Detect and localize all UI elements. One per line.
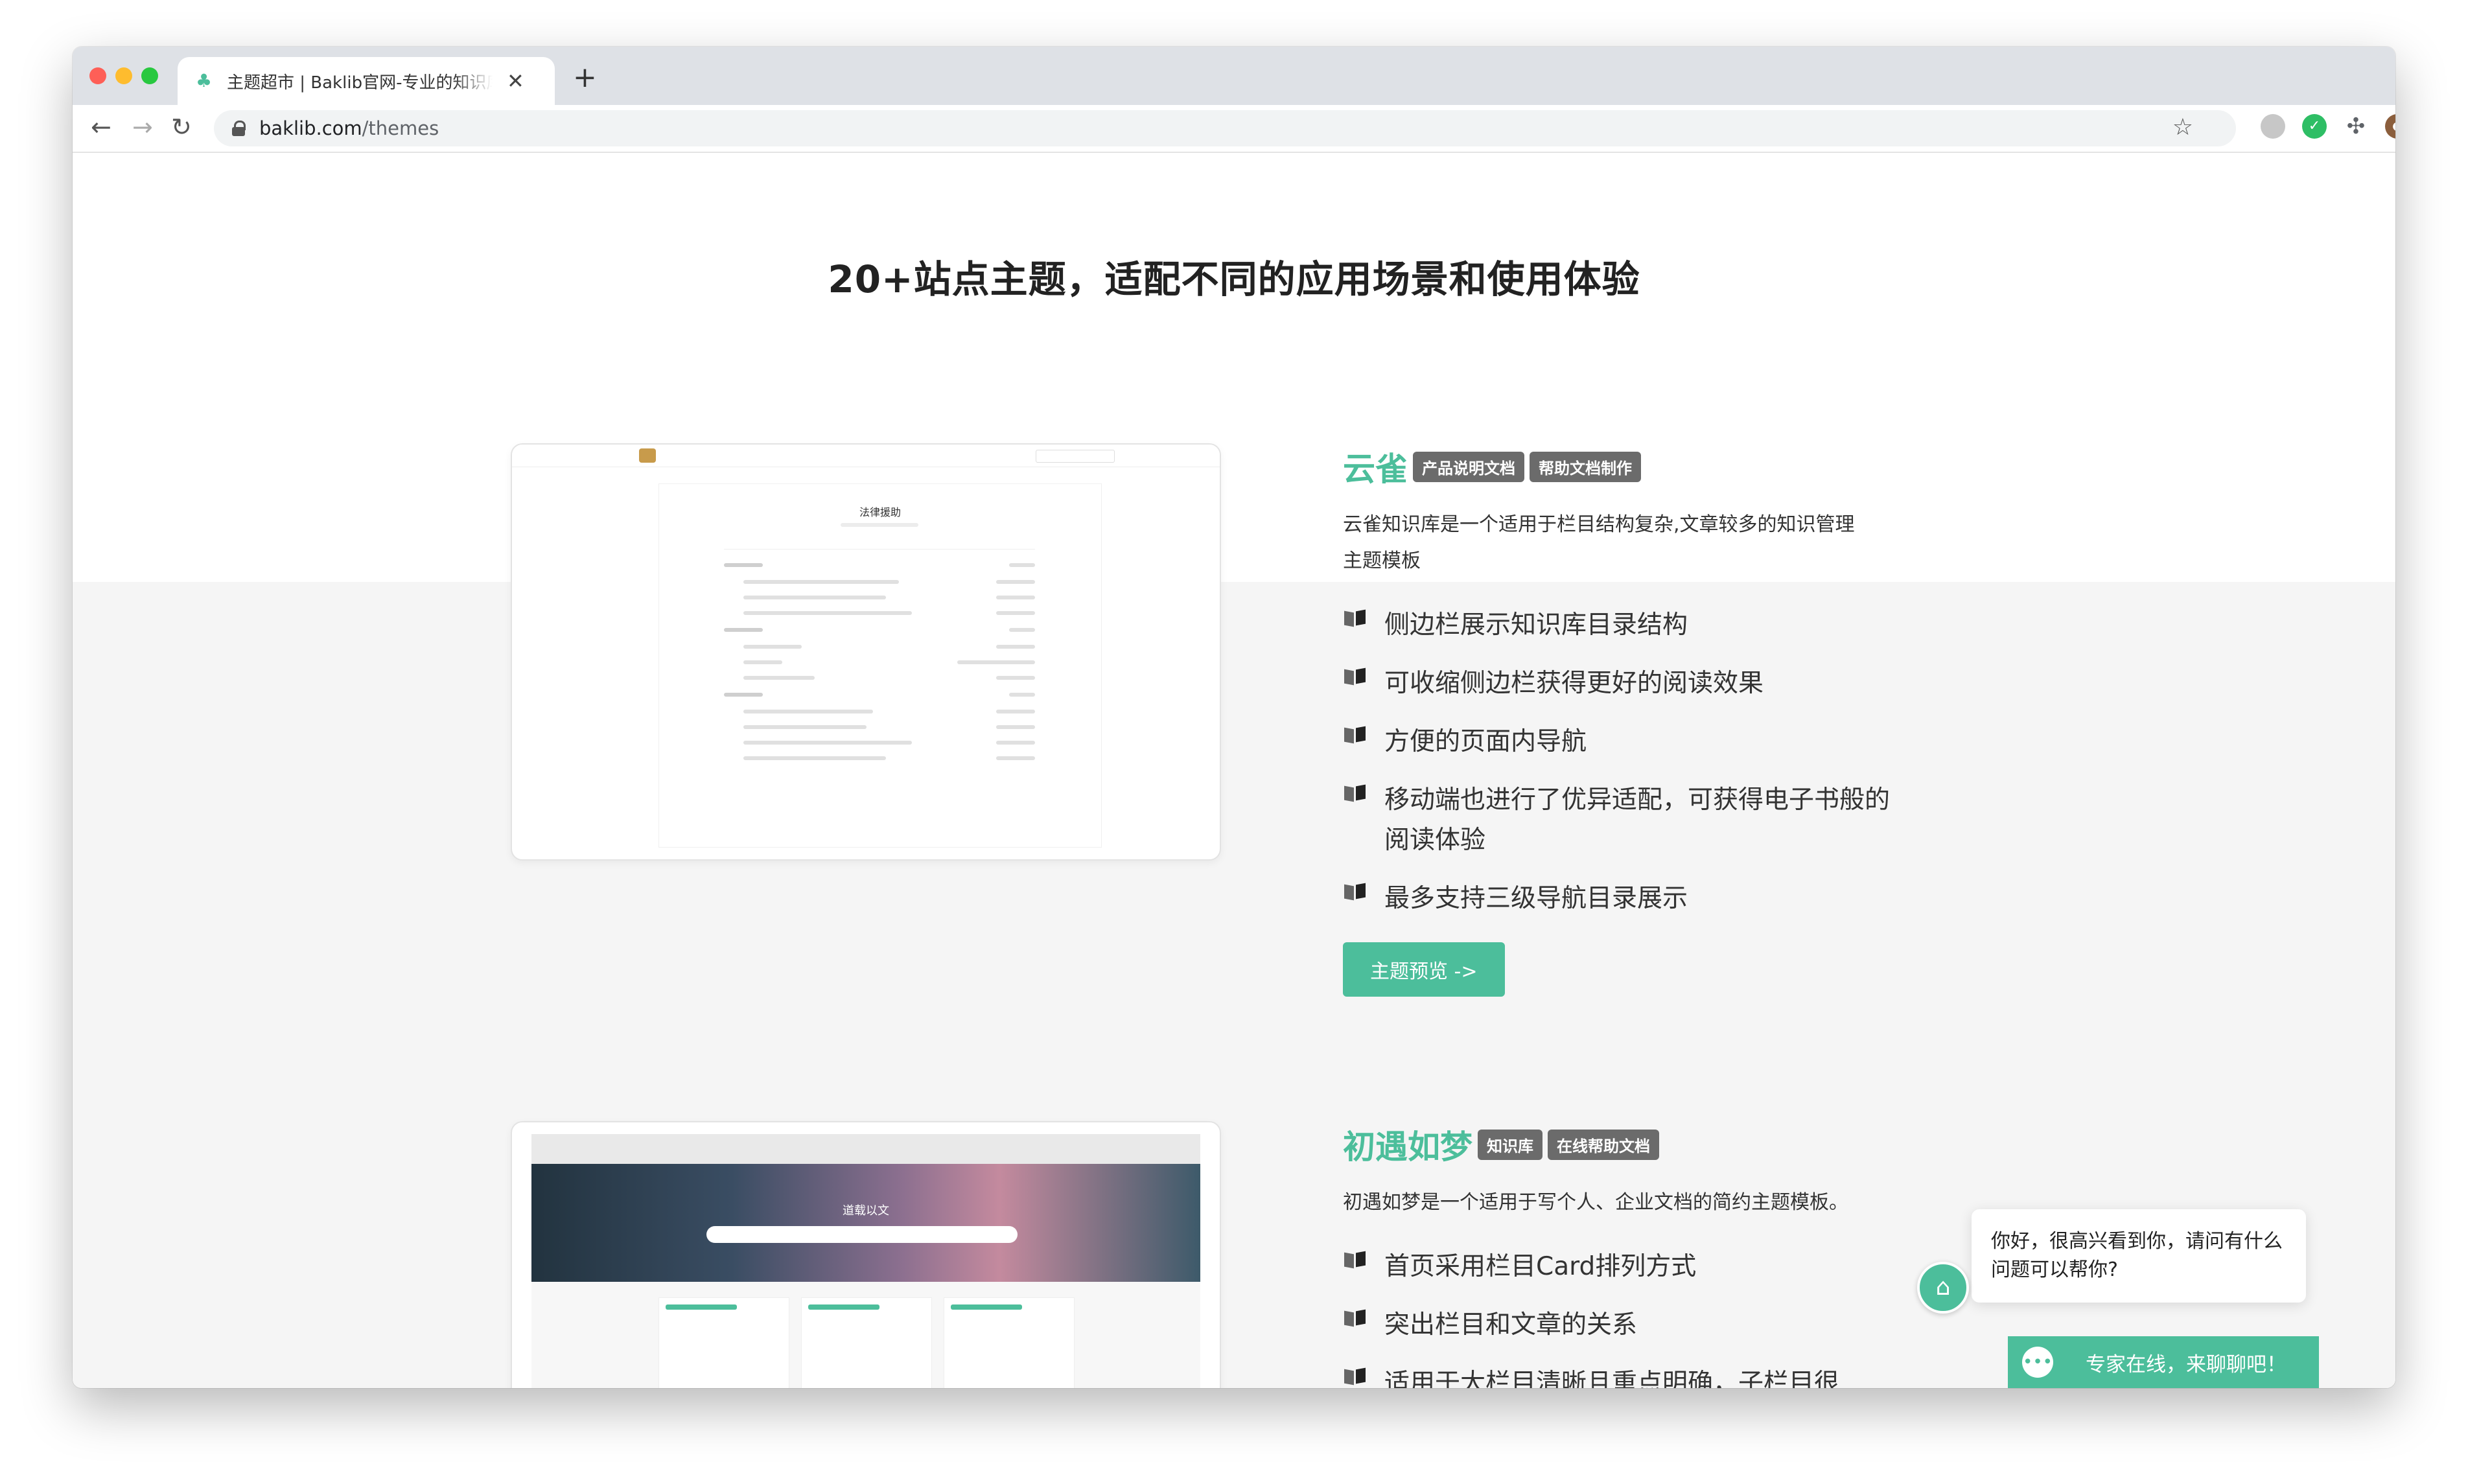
- feature-text: 首页采用栏目Card排列方式: [1384, 1252, 1697, 1281]
- browser-tab[interactable]: ♣ 主题超市 | Baklib官网-专业的知识库 ✕: [178, 57, 555, 105]
- preview-hero: 道载以文: [531, 1164, 1200, 1282]
- browser-toolbar: ← → ↻ baklib.com/themes ☆ ✓ ✣ ● ⋮: [73, 105, 2395, 153]
- theme-description: 初遇如梦是一个适用于写个人、企业文档的简约主题模板。: [1343, 1191, 1848, 1214]
- extension-check-icon[interactable]: ✓: [2302, 114, 2327, 139]
- chat-open-bar[interactable]: ••• 专家在线，来聊聊吧！: [2008, 1336, 2319, 1388]
- forward-arrow-icon[interactable]: →: [132, 113, 153, 141]
- theme-name: 初遇如梦: [1343, 1128, 1473, 1166]
- preview-card: [658, 1297, 789, 1388]
- tab-title: 主题超市 | Baklib官网-专业的知识库: [227, 73, 493, 93]
- preview-card-area: [531, 1282, 1200, 1388]
- feature-list: 侧边栏展示知识库目录结构 可收缩侧边栏获得更好的阅读效果 方便的页面内导航 移动…: [1343, 605, 1890, 919]
- chat-greeting-bubble[interactable]: 你好，很高兴看到你，请问有什么问题可以帮你?: [1972, 1209, 2306, 1303]
- theme-description: 云雀知识库是一个适用于栏目结构复杂,文章较多的知识管理主题模板: [1343, 513, 1855, 572]
- theme-tag: 产品说明文档: [1413, 451, 1524, 482]
- lock-icon: [232, 121, 246, 136]
- book-icon: [1343, 884, 1369, 903]
- back-arrow-icon[interactable]: ←: [91, 113, 111, 141]
- chat-agent-avatar[interactable]: ⌂: [1917, 1262, 1969, 1314]
- reload-icon[interactable]: ↻: [171, 113, 192, 141]
- minimize-window-button[interactable]: [115, 67, 132, 84]
- book-icon: [1343, 1252, 1369, 1271]
- book-icon: [1343, 785, 1369, 805]
- preview-logo: [639, 448, 656, 463]
- preview-search: [706, 1226, 1018, 1243]
- feature-item: 可收缩侧边栏获得更好的阅读效果: [1343, 664, 1890, 704]
- url-path: /themes: [362, 117, 439, 139]
- maximize-window-button[interactable]: [141, 67, 158, 84]
- close-window-button[interactable]: [89, 67, 106, 84]
- preview-hero-title: 道载以文: [843, 1204, 889, 1218]
- chat-bubble-icon: •••: [2022, 1347, 2053, 1378]
- bookmark-star-icon[interactable]: ☆: [2172, 114, 2193, 141]
- address-bar[interactable]: baklib.com/themes ☆: [214, 110, 2236, 146]
- theme-info-yunque: 云雀 产品说明文档 帮助文档制作 云雀知识库是一个适用于栏目结构复杂,文章较多的…: [1343, 443, 1890, 997]
- feature-item: 方便的页面内导航: [1343, 722, 1890, 762]
- preview-card: [801, 1297, 932, 1388]
- theme-preview-image-yunque[interactable]: 法律援助: [511, 443, 1221, 861]
- theme-heading: 云雀 产品说明文档 帮助文档制作: [1343, 443, 1890, 490]
- feature-text: 侧边栏展示知识库目录结构: [1384, 610, 1688, 640]
- bird-favicon-icon: ♣: [196, 70, 213, 91]
- book-icon: [1343, 1310, 1369, 1330]
- close-tab-icon[interactable]: ✕: [507, 69, 524, 93]
- feature-item: 适用于大栏目清晰且重点明确，子栏目很: [1343, 1363, 1890, 1388]
- preview-header: [512, 445, 1220, 467]
- book-icon: [1343, 1369, 1369, 1388]
- extension-globe-icon[interactable]: [2261, 114, 2285, 139]
- theme-heading: 初遇如梦 知识库 在线帮助文档: [1343, 1121, 1890, 1168]
- theme-tag: 帮助文档制作: [1530, 451, 1641, 482]
- new-tab-button[interactable]: +: [573, 61, 597, 94]
- feature-item: 最多支持三级导航目录展示: [1343, 879, 1890, 919]
- extensions-puzzle-icon[interactable]: ✣: [2344, 114, 2368, 139]
- url-domain: baklib.com: [259, 117, 362, 139]
- theme-tag: 知识库: [1478, 1129, 1542, 1160]
- feature-list: 首页采用栏目Card排列方式 突出栏目和文章的关系 适用于大栏目清晰且重点明确，…: [1343, 1247, 1890, 1388]
- preview-title: 法律援助: [859, 506, 901, 518]
- tab-strip: ♣ 主题超市 | Baklib官网-专业的知识库 ✕ +: [73, 47, 2395, 105]
- preview-card: [944, 1297, 1075, 1388]
- book-icon: [1343, 669, 1369, 688]
- chat-bar-label: 专家在线，来聊聊吧！: [2086, 1352, 2287, 1376]
- url-text: baklib.com/themes: [259, 117, 439, 139]
- chat-greeting-text: 你好，很高兴看到你，请问有什么问题可以帮你?: [1991, 1230, 2283, 1281]
- feature-item: 侧边栏展示知识库目录结构: [1343, 605, 1890, 645]
- feature-text: 可收缩侧边栏获得更好的阅读效果: [1384, 669, 1764, 698]
- theme-info-chuyu: 初遇如梦 知识库 在线帮助文档 初遇如梦是一个适用于写个人、企业文档的简约主题模…: [1343, 1121, 1890, 1388]
- theme-name: 云雀: [1343, 450, 1408, 488]
- feature-text: 适用于大栏目清晰且重点明确，子栏目很: [1384, 1369, 1840, 1388]
- theme-preview-image-chuyu[interactable]: 道载以文: [511, 1121, 1221, 1388]
- preview-browser-chrome: [531, 1134, 1200, 1164]
- feature-item: 移动端也进行了优异适配，可获得电子书般的阅读体验: [1343, 780, 1890, 861]
- page-title: 20+站点主题，适配不同的应用场景和使用体验: [828, 257, 1640, 301]
- browser-window: ♣ 主题超市 | Baklib官网-专业的知识库 ✕ + ← → ↻ bakli…: [73, 47, 2395, 1388]
- page-content: 20+站点主题，适配不同的应用场景和使用体验 法律援助 云雀 产品说明文档 帮助…: [73, 153, 2395, 1388]
- preview-search: [1036, 450, 1115, 463]
- preview-document: 法律援助: [658, 483, 1102, 848]
- feature-text: 方便的页面内导航: [1384, 727, 1587, 756]
- feature-item: 首页采用栏目Card排列方式: [1343, 1247, 1890, 1287]
- book-icon: [1343, 727, 1369, 747]
- book-icon: [1343, 610, 1369, 630]
- profile-avatar[interactable]: ●: [2385, 114, 2395, 139]
- theme-preview-button[interactable]: 主题预览 ->: [1343, 942, 1505, 997]
- feature-text: 突出栏目和文章的关系: [1384, 1310, 1638, 1339]
- feature-text: 移动端也进行了优异适配，可获得电子书般的阅读体验: [1384, 785, 1891, 855]
- theme-tag: 在线帮助文档: [1548, 1129, 1659, 1160]
- feature-text: 最多支持三级导航目录展示: [1384, 884, 1688, 913]
- feature-item: 突出栏目和文章的关系: [1343, 1305, 1890, 1345]
